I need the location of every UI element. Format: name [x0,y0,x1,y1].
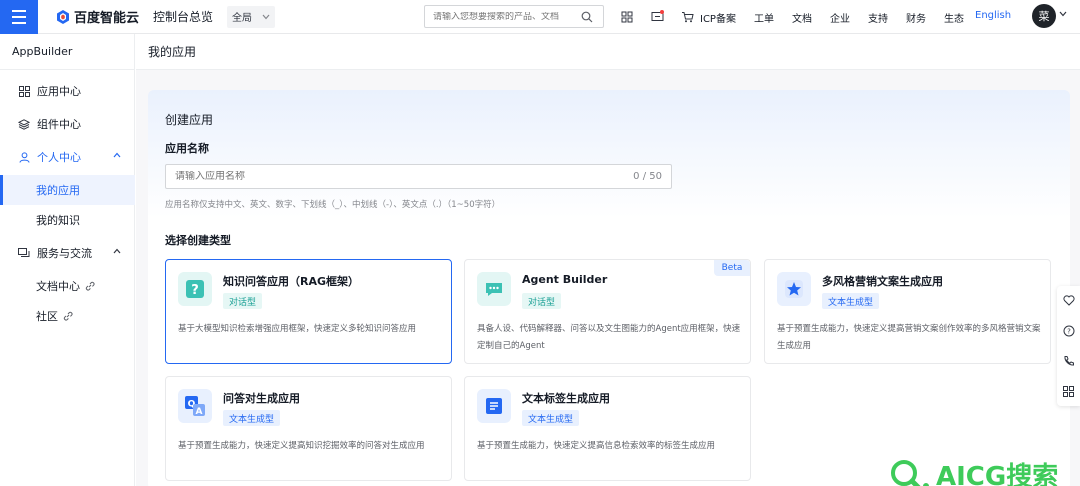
nav-link-icp[interactable]: ICP备案 [700,10,736,25]
svg-text:?: ? [191,283,199,298]
language-switch[interactable]: English [975,10,1011,21]
external-link-icon [63,311,73,321]
app-type-card-rag[interactable]: ? 知识问答应用（RAG框架） 对话型 基于大模型知识检索增强应用框架，快速定义… [165,259,452,364]
region-select[interactable]: 全局 [227,5,276,28]
chevron-down-icon [262,14,270,19]
chevron-up-icon [113,248,121,254]
card-title: 文本标签生成应用 [522,392,610,405]
card-description: 基于预置生成能力，快速定义提高知识挖掘效率的问答对生成应用 [178,441,425,451]
sidebar-item-label: 我的应用 [36,184,80,197]
card-tag: 文本生成型 [223,410,281,426]
external-link-icon [85,281,95,291]
nav-link-support[interactable]: 支持 [868,10,888,25]
chat-bubble-icon [477,272,511,306]
menu-button[interactable] [0,0,38,34]
app-name-input[interactable] [175,171,634,182]
chat-icon [18,247,30,259]
sidebar-item-community[interactable]: 社区 [0,301,135,331]
sidebar-item-label: 组件中心 [37,118,81,131]
sidebar-item-label: 社区 [36,310,58,323]
app-name-field[interactable]: 0 / 50 [165,164,672,189]
app-type-card-qa-pairs[interactable]: QA 问答对生成应用 文本生成型 基于预置生成能力，快速定义提高知识挖掘效率的问… [165,376,452,481]
card-description: 基于预置生成能力，快速定义提高信息检索效率的标签生成应用 [477,441,716,451]
app-type-card-agent-builder[interactable]: Agent Builder 对话型 Beta 具备人设、代码解释器、问答以及文生… [464,259,751,364]
sidebar-item-label: 应用中心 [37,85,81,98]
grid-icon [18,85,30,97]
card-tag: 对话型 [223,293,263,309]
beta-badge: Beta [714,260,750,276]
card-description: 具备人设、代码解释器、问答以及文生图能力的Agent应用框架，快速定制自己的Ag… [477,324,741,351]
brand-logo-icon [56,9,70,24]
sidebar-item-label: 文档中心 [36,280,80,293]
chevron-up-icon [113,152,121,158]
sidebar-item-label: 服务与交流 [37,247,92,260]
nav-link-ecosystem[interactable]: 生态 [944,10,964,25]
nav-link-docs[interactable]: 文档 [792,10,812,25]
sidebar-item-component-center[interactable]: 组件中心 [0,109,135,139]
app-name-label: 应用名称 [165,142,209,155]
card-tag: 对话型 [522,293,562,309]
question-icon: ? [178,272,212,306]
top-bar: 百度智能云 控制台总览 全局 ICP备案 工单 文档 企业 支持 财务 生态 E… [0,0,1080,34]
watermark-text: AICG搜索 [936,462,1059,486]
nav-link-enterprise[interactable]: 企业 [830,10,850,25]
qa-icon: QA [178,389,212,423]
svg-text:A: A [196,407,203,417]
app-name-hint: 应用名称仅支持中文、英文、数字、下划线（_）、中划线（-）、英文点（.）（1~5… [165,200,501,210]
card-tag: 文本生成型 [822,293,880,309]
console-overview-link[interactable]: 控制台总览 [153,8,213,25]
watermark: AICG搜索 [888,456,1058,486]
nav-link-finance[interactable]: 财务 [906,10,926,25]
card-title: Agent Builder [522,273,608,286]
search-input[interactable] [433,11,581,22]
grid-icon[interactable] [1063,385,1074,397]
sidebar-item-app-center[interactable]: 应用中心 [0,76,135,106]
user-icon [18,151,30,163]
brand-name: 百度智能云 [74,11,140,26]
message-icon[interactable] [642,10,672,23]
star-icon [777,272,811,306]
help-icon[interactable]: ? [1063,325,1075,337]
heart-icon[interactable] [1062,295,1075,306]
chevron-down-icon[interactable] [1059,11,1067,17]
card-description: 基于大模型知识检索增强应用框架，快速定义多轮知识问答应用 [178,324,417,334]
floating-toolbar: ? [1057,286,1080,406]
app-type-card-marketing-copy[interactable]: 多风格营销文案生成应用 文本生成型 基于预置生成能力，快速定义提高营销文案创作效… [764,259,1051,364]
layers-icon [18,118,30,130]
page-title: 我的应用 [136,34,1080,70]
svg-text:?: ? [1067,327,1071,335]
apps-icon[interactable] [612,11,642,23]
top-nav-links: ICP备案 工单 文档 企业 支持 财务 生态 [700,0,982,34]
nav-link-ticket[interactable]: 工单 [754,10,774,25]
sidebar-item-my-knowledge[interactable]: 我的知识 [0,205,135,235]
sidebar-item-personal-center[interactable]: 个人中心 [0,142,135,172]
card-title: 知识问答应用（RAG框架） [223,275,360,288]
card-tag: 文本生成型 [522,410,580,426]
type-section-title: 选择创建类型 [165,234,231,247]
cart-icon[interactable] [672,11,702,23]
sidebar-title: AppBuilder [0,34,134,70]
sidebar-item-doc-center[interactable]: 文档中心 [0,271,135,301]
search-icon[interactable] [581,11,593,23]
sidebar-item-label: 个人中心 [37,151,81,164]
magnifier-logo-icon [891,459,929,486]
card-title: 多风格营销文案生成应用 [822,275,943,288]
avatar[interactable]: 菜 [1032,4,1056,28]
region-value: 全局 [232,13,253,24]
phone-icon[interactable] [1063,355,1075,367]
sidebar-item-my-apps[interactable]: 我的应用 [0,175,135,205]
card-description: 基于预置生成能力，快速定义提高营销文案创作效率的多风格营销文案生成应用 [777,324,1041,351]
char-counter: 0 / 50 [633,171,662,182]
sidebar-item-service-communication[interactable]: 服务与交流 [0,238,135,268]
sidebar-item-label: 我的知识 [36,214,80,227]
doc-icon [477,389,511,423]
brand[interactable]: 百度智能云 [56,7,139,26]
app-type-card-text-tags[interactable]: 文本标签生成应用 文本生成型 基于预置生成能力，快速定义提高信息检索效率的标签生… [464,376,751,481]
section-title: 创建应用 [165,113,214,127]
card-title: 问答对生成应用 [223,392,300,405]
global-search[interactable] [424,5,604,28]
